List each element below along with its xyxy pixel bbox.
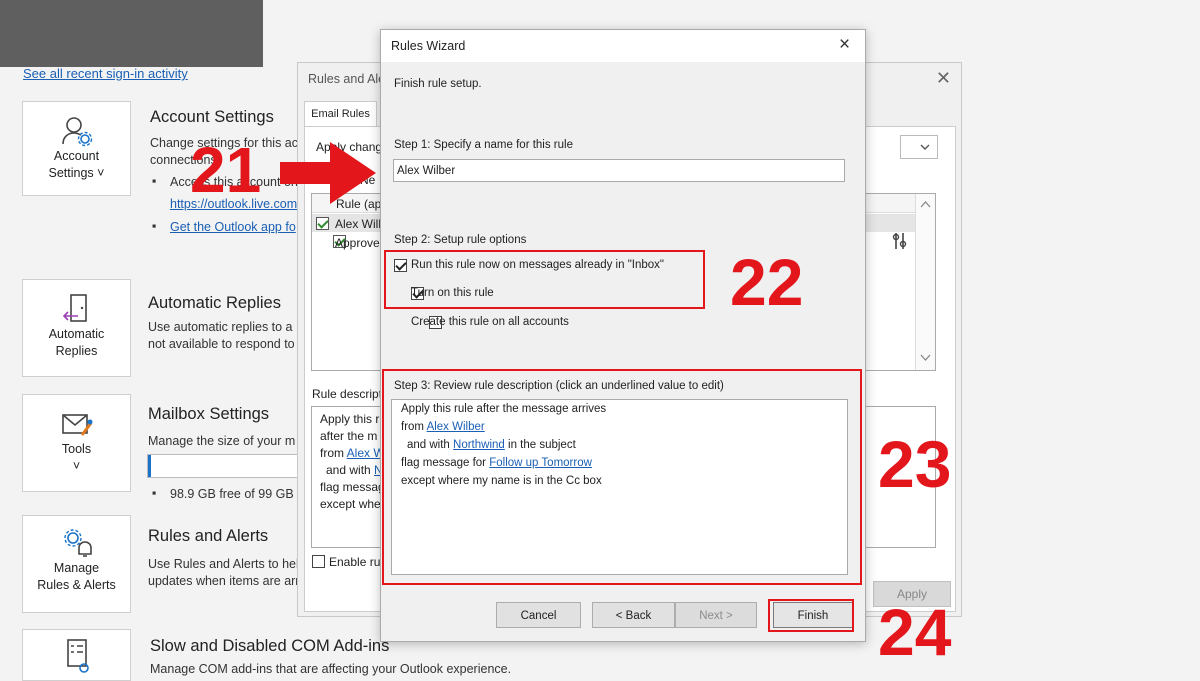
desc-link[interactable]: Alex W — [347, 446, 385, 460]
automatic-replies-tile[interactable]: Automatic Replies — [22, 279, 131, 377]
tile-label: Account — [53, 149, 100, 163]
com-addins-title: Slow and Disabled COM Add-ins — [150, 637, 390, 655]
step1-label: Step 1: Specify a name for this rule — [394, 139, 573, 151]
step-22-label: 22 — [730, 245, 804, 319]
rule-description-label: Rule descript — [312, 387, 383, 401]
highlight-rule-description — [382, 369, 862, 585]
tab-email-rules[interactable]: Email Rules — [304, 101, 377, 127]
account-gear-icon — [61, 117, 92, 147]
red-arrow-icon — [280, 142, 376, 204]
tile-label: Automatic — [48, 327, 105, 341]
close-icon[interactable]: × — [839, 34, 850, 56]
desc-line: and with N — [326, 463, 383, 477]
rules-alerts-desc: Use Rules and Alerts to hel — [148, 557, 299, 571]
rule-name: Alex Wilb — [335, 217, 386, 231]
step-23-label: 23 — [878, 427, 952, 501]
step2-label: Step 2: Setup rule options — [394, 234, 527, 246]
desc-line: flag messag — [320, 480, 385, 494]
com-addins-tile[interactable] — [22, 629, 131, 681]
mailbox-free-space: 98.9 GB free of 99 GB — [170, 487, 294, 501]
cancel-button[interactable]: Cancel — [496, 602, 581, 628]
rules-list-scrollbar[interactable] — [915, 194, 935, 370]
tile-label: Settings ˅ — [48, 166, 105, 180]
bullet-marker: ▪ — [152, 486, 157, 500]
enable-rules-checkbox[interactable] — [312, 555, 325, 568]
rule-name: Approve — [335, 236, 380, 250]
door-arrow-icon — [62, 294, 87, 322]
step-21-label: 21 — [190, 134, 262, 206]
account-settings-tile[interactable]: Account Settings ˅ — [22, 101, 131, 196]
tile-label: Tools — [61, 442, 92, 456]
tile-label: Replies — [55, 344, 98, 358]
tile-label: ˅ — [72, 459, 81, 473]
desc-line: except wher — [320, 497, 385, 511]
next-button[interactable]: Next > — [675, 602, 757, 628]
wizard-title: Rules Wizard — [391, 39, 466, 53]
desc-line: Apply this ru — [320, 412, 387, 426]
chevron-down-icon — [920, 144, 930, 150]
wizard-heading: Finish rule setup. — [394, 78, 482, 90]
bullet-marker: ▪ — [152, 219, 157, 233]
close-icon[interactable]: ✕ — [936, 68, 951, 89]
folder-dropdown[interactable] — [900, 135, 938, 159]
bullet-marker: ▪ — [152, 174, 157, 188]
addins-list-gear-icon — [66, 639, 89, 673]
rule-enabled-checkbox[interactable] — [316, 217, 329, 230]
desc-text: and with — [326, 463, 375, 477]
step-24-label: 24 — [878, 595, 952, 669]
chevron-down-icon — [920, 354, 931, 361]
automatic-replies-desc: not available to respond to — [148, 337, 295, 351]
rules-alerts-desc: updates when items are arr — [148, 574, 300, 588]
get-outlook-app-link[interactable]: Get the Outlook app fo — [170, 220, 296, 234]
mailbox-usage-bar — [147, 454, 299, 478]
mailbox-settings-title: Mailbox Settings — [148, 405, 270, 423]
automatic-replies-desc: Use automatic replies to a — [148, 320, 293, 334]
gray-header-block — [0, 0, 263, 67]
rule-name-input[interactable]: Alex Wilber — [393, 159, 845, 182]
highlight-finish-button — [768, 599, 854, 632]
desc-line: after the m — [320, 429, 378, 443]
mailbox-usage-fill — [148, 455, 151, 477]
automatic-replies-title: Automatic Replies — [148, 294, 281, 312]
tile-label: Rules & Alerts — [37, 578, 116, 592]
rules-bell-gear-icon — [63, 529, 92, 557]
chevron-up-icon — [920, 201, 931, 208]
com-addins-desc: Manage COM add-ins that are affecting yo… — [150, 662, 512, 676]
tile-label: Manage — [53, 561, 100, 575]
account-settings-title: Account Settings — [150, 108, 274, 126]
rule-actions-icon[interactable] — [892, 232, 908, 250]
back-button[interactable]: < Back — [592, 602, 675, 628]
mailbox-tools-icon — [61, 414, 92, 436]
see-sign-in-activity-link[interactable]: See all recent sign-in activity — [23, 66, 188, 81]
desc-line: from Alex W — [320, 446, 385, 460]
all-accounts-label: Create this rule on all accounts — [411, 316, 569, 328]
highlight-rule-options — [384, 250, 705, 309]
manage-rules-tile[interactable]: Manage Rules & Alerts — [22, 515, 131, 613]
tools-tile[interactable]: Tools ˅ — [22, 394, 131, 492]
desc-text: from — [320, 446, 347, 460]
rules-alerts-title: Rules and Alerts — [148, 527, 269, 545]
mailbox-settings-desc: Manage the size of your m — [148, 434, 296, 448]
dialog-title: Rules and Ale — [308, 72, 386, 86]
